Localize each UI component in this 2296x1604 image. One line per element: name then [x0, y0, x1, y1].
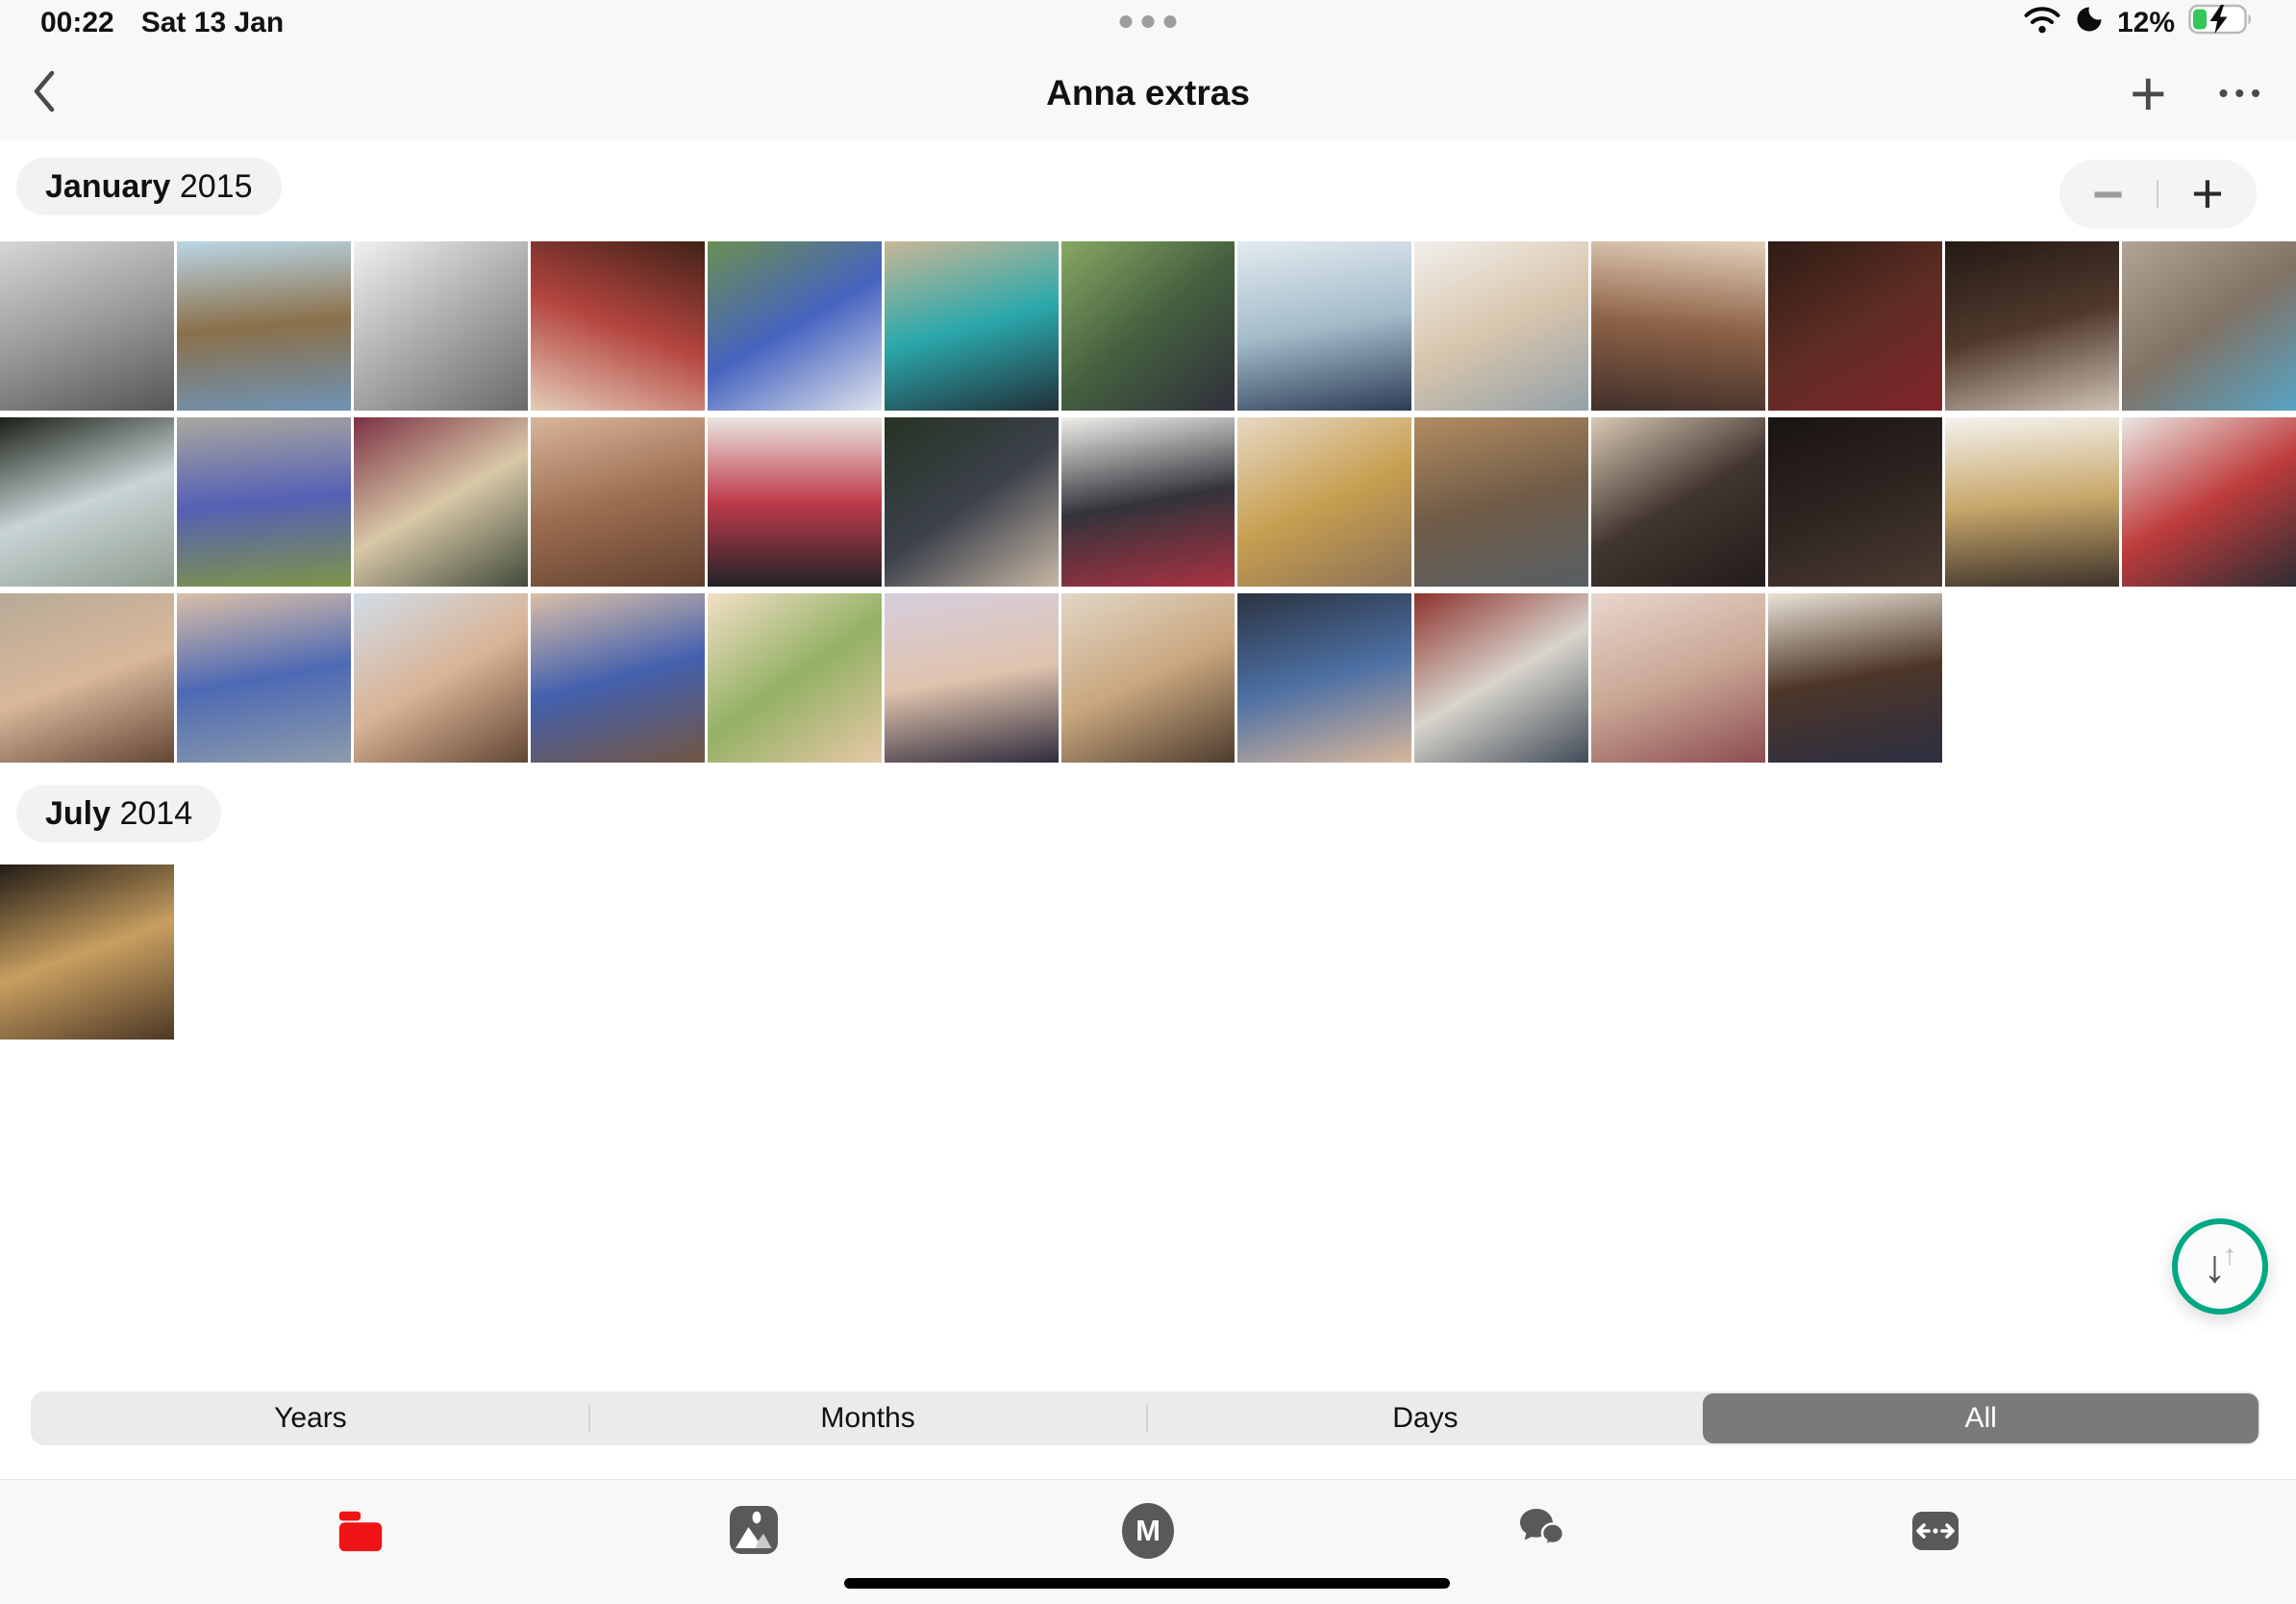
photo-thumbnail[interactable]: [2122, 417, 2296, 587]
photo-thumbnail[interactable]: [1768, 593, 1942, 763]
date-header-pill: July 2014: [16, 785, 221, 842]
battery-charging-icon: [2188, 3, 2256, 43]
tab-photos[interactable]: [558, 1503, 952, 1604]
photo-thumbnail[interactable]: [531, 241, 705, 411]
timeline-segmented-control: Years Months Days All: [31, 1391, 2260, 1445]
photo-thumbnail[interactable]: [1061, 593, 1235, 763]
zoom-out-button[interactable]: −: [2092, 167, 2124, 221]
zoom-in-button[interactable]: +: [2191, 166, 2224, 222]
status-date: Sat 13 Jan: [141, 7, 284, 39]
photo-thumbnail[interactable]: [1591, 417, 1765, 587]
mega-m-icon: M: [1122, 1503, 1174, 1559]
navigation-bar: Anna extras + •••: [0, 46, 2296, 139]
home-indicator[interactable]: [844, 1578, 1450, 1589]
photo-thumbnail[interactable]: [354, 241, 528, 411]
photo-thumbnail[interactable]: [885, 593, 1059, 763]
photo-thumbnail[interactable]: [177, 241, 351, 411]
sort-up-arrow-icon: ↑: [2223, 1240, 2237, 1272]
gallery-section: July 2014: [0, 763, 2296, 1040]
transfers-icon: [1909, 1503, 1962, 1604]
more-options-button[interactable]: •••: [2219, 78, 2267, 109]
photo-thumbnail[interactable]: [1945, 417, 2119, 587]
photo-thumbnail[interactable]: [708, 593, 882, 763]
photo-thumbnail[interactable]: [0, 241, 174, 411]
chat-bubbles-icon: [1515, 1503, 1569, 1604]
photo-thumbnail[interactable]: [531, 417, 705, 587]
photo-thumbnail[interactable]: [1768, 417, 1942, 587]
zoom-divider: [2157, 180, 2159, 209]
tab-chat[interactable]: [1345, 1503, 1739, 1604]
photo-thumbnail[interactable]: [177, 417, 351, 587]
photo-thumbnail[interactable]: [0, 865, 174, 1040]
photo-thumbnail[interactable]: [1237, 593, 1411, 763]
photo-thumbnail[interactable]: [1591, 593, 1765, 763]
photo-thumbnail[interactable]: [1061, 241, 1235, 411]
photo-thumbnail[interactable]: [1414, 593, 1588, 763]
photo-thumbnail[interactable]: [1414, 241, 1588, 411]
photo-thumbnail[interactable]: [531, 593, 705, 763]
photo-thumbnail[interactable]: [2122, 241, 2296, 411]
photo-thumbnail[interactable]: [1061, 417, 1235, 587]
photo-thumbnail[interactable]: [354, 417, 528, 587]
photo-thumbnail[interactable]: [885, 241, 1059, 411]
top-bar: 00:22 Sat 13 Jan 12%: [0, 0, 2296, 139]
thumbnail-grid: [0, 241, 2296, 763]
status-bar: 00:22 Sat 13 Jan 12%: [0, 0, 2296, 46]
photo-thumbnail[interactable]: [708, 417, 882, 587]
photo-thumbnail[interactable]: [885, 417, 1059, 587]
photo-thumbnail[interactable]: [1237, 417, 1411, 587]
status-left: 00:22 Sat 13 Jan: [40, 7, 284, 39]
thumbnail-grid: [0, 865, 2296, 1040]
page-title: Anna extras: [1046, 73, 1250, 113]
clock: 00:22: [40, 7, 114, 39]
photo-gallery: January 2015 July 2014: [0, 139, 2296, 1040]
date-header-pill: January 2015: [16, 158, 282, 215]
tab-transfers[interactable]: [1738, 1503, 2133, 1604]
status-right: 12%: [2023, 3, 2256, 43]
wifi-icon: [2023, 5, 2061, 41]
photo-thumbnail[interactable]: [0, 593, 174, 763]
back-chevron-icon: [29, 67, 58, 118]
image-icon: [727, 1503, 781, 1604]
multitasking-dots-icon: [1120, 15, 1177, 28]
screen: 00:22 Sat 13 Jan 12%: [0, 0, 2296, 1604]
folder-icon: [335, 1503, 387, 1604]
photo-thumbnail[interactable]: [1414, 417, 1588, 587]
photo-thumbnail[interactable]: [1768, 241, 1942, 411]
battery-percent: 12%: [2117, 7, 2175, 39]
segment-months[interactable]: Months: [590, 1393, 1146, 1443]
segment-years[interactable]: Years: [33, 1393, 588, 1443]
photo-thumbnail[interactable]: [1591, 241, 1765, 411]
photo-thumbnail[interactable]: [0, 417, 174, 587]
segment-days[interactable]: Days: [1148, 1393, 1704, 1443]
photo-thumbnail[interactable]: [708, 241, 882, 411]
nav-actions: + •••: [2124, 62, 2267, 125]
focus-moon-icon: [2075, 5, 2104, 41]
photo-thumbnail[interactable]: [1945, 241, 2119, 411]
thumbnail-zoom-control: − +: [2059, 160, 2257, 229]
tab-home[interactable]: M: [951, 1503, 1345, 1604]
photo-thumbnail[interactable]: [1237, 241, 1411, 411]
sort-button[interactable]: ↓ ↑: [2172, 1218, 2268, 1315]
add-button[interactable]: +: [2124, 62, 2173, 125]
segment-all[interactable]: All: [1703, 1393, 2259, 1443]
gallery-section: January 2015: [0, 139, 2296, 763]
back-button[interactable]: [29, 67, 58, 118]
photo-thumbnail[interactable]: [354, 593, 528, 763]
photo-thumbnail[interactable]: [177, 593, 351, 763]
tab-cloud-drive[interactable]: [163, 1503, 558, 1604]
